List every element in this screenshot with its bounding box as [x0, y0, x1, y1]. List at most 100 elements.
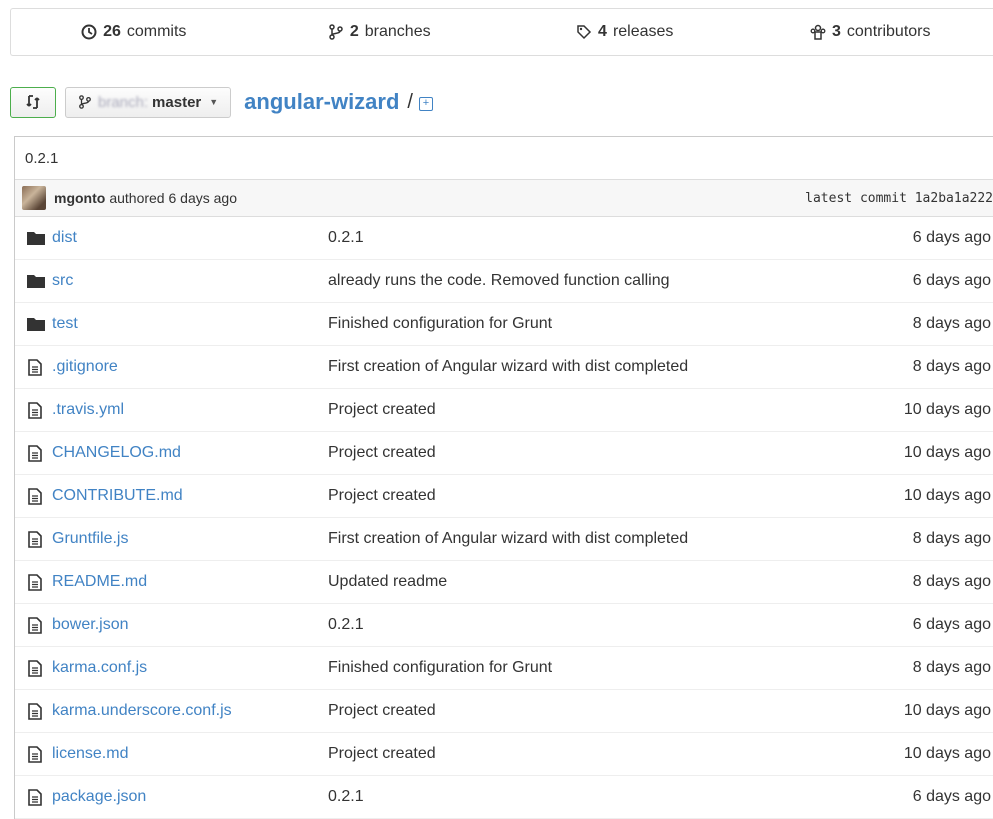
compare-icon	[25, 94, 41, 110]
branch-icon	[78, 94, 92, 110]
file-row: karma.underscore.conf.js Project created 1…	[15, 690, 993, 733]
file-name-link[interactable]: .travis.yml	[52, 401, 322, 419]
file-name-link[interactable]: karma.underscore.conf.js	[52, 702, 322, 720]
file-name-link[interactable]: CHANGELOG.md	[52, 444, 322, 462]
file-text-icon	[27, 660, 47, 677]
file-list: dist 0.2.1 6 days ago src already runs the c…	[15, 217, 993, 819]
file-age: 10 days ago	[904, 401, 991, 419]
commits-label: commits	[127, 23, 187, 41]
file-commit-message[interactable]: Project created	[328, 487, 436, 505]
tag-icon	[576, 24, 592, 40]
file-row: testFinished configuration for Grunt8 da…	[15, 303, 993, 346]
branches-label: branches	[365, 23, 431, 41]
file-age: 10 days ago	[904, 702, 991, 720]
file-name-link[interactable]: Gruntfile.js	[52, 530, 322, 548]
file-age: 8 days ago	[913, 573, 991, 591]
file-age: 6 days ago	[913, 788, 991, 806]
commits-link[interactable]: 26 commits	[11, 23, 257, 41]
file-row: Gruntfile.js First creation of Angular wi…	[15, 518, 993, 561]
file-row: CONTRIBUTE.md Project created 10 days ago	[15, 475, 993, 518]
file-age: 6 days ago	[913, 616, 991, 634]
commit-author[interactable]: mgonto	[54, 190, 105, 206]
file-commit-message[interactable]: Project created	[328, 444, 436, 462]
file-name-link[interactable]: dist	[52, 229, 322, 247]
file-text-icon	[27, 531, 47, 548]
file-row: .travis.yml Project created 10 days ago	[15, 389, 993, 432]
folder-icon	[27, 274, 47, 288]
branches-link[interactable]: 2 branches	[257, 23, 503, 41]
file-row: .gitignore First creation of Angular wiza…	[15, 346, 993, 389]
file-name-link[interactable]: package.json	[52, 788, 322, 806]
file-age: 6 days ago	[913, 229, 991, 247]
file-commit-message[interactable]: Project created	[328, 745, 436, 763]
releases-link[interactable]: 4 releases	[502, 23, 748, 41]
releases-count: 4	[598, 23, 607, 41]
file-name-link[interactable]: karma.conf.js	[52, 659, 322, 677]
commit-message[interactable]: 0.2.1	[15, 137, 993, 180]
file-name-link[interactable]: src	[52, 272, 322, 290]
file-row: dist 0.2.1 6 days ago	[15, 217, 993, 260]
file-name-link[interactable]: CONTRIBUTE.md	[52, 487, 322, 505]
file-row: CHANGELOG.md Project created 10 days ago	[15, 432, 993, 475]
file-commit-message[interactable]: Finished configuration for Grunt	[328, 315, 552, 333]
file-age: 8 days ago	[913, 659, 991, 677]
file-age: 10 days ago	[904, 487, 991, 505]
file-text-icon	[27, 617, 47, 634]
contributors-label: contributors	[847, 23, 931, 41]
file-commit-message[interactable]: Updated readme	[328, 573, 447, 591]
branch-name: master	[152, 94, 201, 111]
file-age: 10 days ago	[904, 444, 991, 462]
commits-count: 26	[103, 23, 121, 41]
file-age: 10 days ago	[904, 745, 991, 763]
file-commit-message[interactable]: Finished configuration for Grunt	[328, 659, 552, 677]
file-name-link[interactable]: test	[52, 315, 322, 333]
contributors-count: 3	[832, 23, 841, 41]
commit-meta: mgonto authored 6 days ago latest commit…	[15, 180, 993, 217]
file-table: 0.2.1 mgonto authored 6 days ago latest …	[14, 136, 993, 819]
add-file-icon[interactable]: +	[419, 97, 433, 111]
file-commit-message[interactable]: Project created	[328, 401, 436, 419]
file-row: README.md Updated readme 8 days ago	[15, 561, 993, 604]
caret-down-icon: ▼	[209, 97, 218, 107]
file-age: 8 days ago	[913, 530, 991, 548]
branch-select-button[interactable]: branch: master ▼	[65, 87, 231, 118]
file-navigation: branch: master ▼ angular-wizard / +	[10, 86, 433, 118]
history-icon	[81, 24, 97, 40]
branch-prefix: branch:	[98, 94, 148, 111]
file-text-icon	[27, 445, 47, 462]
file-text-icon	[27, 488, 47, 505]
contributors-link[interactable]: 3 contributors	[748, 23, 993, 41]
file-name-link[interactable]: bower.json	[52, 616, 322, 634]
file-text-icon	[27, 789, 47, 806]
file-commit-message[interactable]: 0.2.1	[328, 229, 364, 247]
repo-name-link[interactable]: angular-wizard	[244, 89, 399, 115]
folder-icon	[27, 317, 47, 331]
latest-commit-label[interactable]: latest commit 1a2ba1a222	[805, 191, 993, 206]
branches-count: 2	[350, 23, 359, 41]
organization-icon	[810, 24, 826, 40]
file-age: 8 days ago	[913, 358, 991, 376]
file-row: package.json 0.2.1 6 days ago	[15, 776, 993, 819]
file-text-icon	[27, 746, 47, 763]
avatar[interactable]	[22, 186, 46, 210]
file-row: karma.conf.js Finished configuration for …	[15, 647, 993, 690]
file-text-icon	[27, 402, 47, 419]
file-commit-message[interactable]: 0.2.1	[328, 788, 364, 806]
folder-icon	[27, 231, 47, 245]
file-commit-message[interactable]: Project created	[328, 702, 436, 720]
file-text-icon	[27, 574, 47, 591]
file-commit-message[interactable]: already runs the code. Removed function …	[328, 272, 670, 290]
file-name-link[interactable]: README.md	[52, 573, 322, 591]
branch-icon	[328, 24, 344, 40]
path-separator: /	[407, 91, 413, 114]
file-name-link[interactable]: .gitignore	[52, 358, 322, 376]
file-row: license.md Project created 10 days ago	[15, 733, 993, 776]
file-commit-message[interactable]: 0.2.1	[328, 616, 364, 634]
compare-button[interactable]	[10, 87, 56, 118]
file-name-link[interactable]: license.md	[52, 745, 322, 763]
file-text-icon	[27, 359, 47, 376]
file-commit-message[interactable]: First creation of Angular wizard with di…	[328, 530, 688, 548]
file-age: 6 days ago	[913, 272, 991, 290]
file-commit-message[interactable]: First creation of Angular wizard with di…	[328, 358, 688, 376]
file-row: src already runs the code. Removed functi…	[15, 260, 993, 303]
